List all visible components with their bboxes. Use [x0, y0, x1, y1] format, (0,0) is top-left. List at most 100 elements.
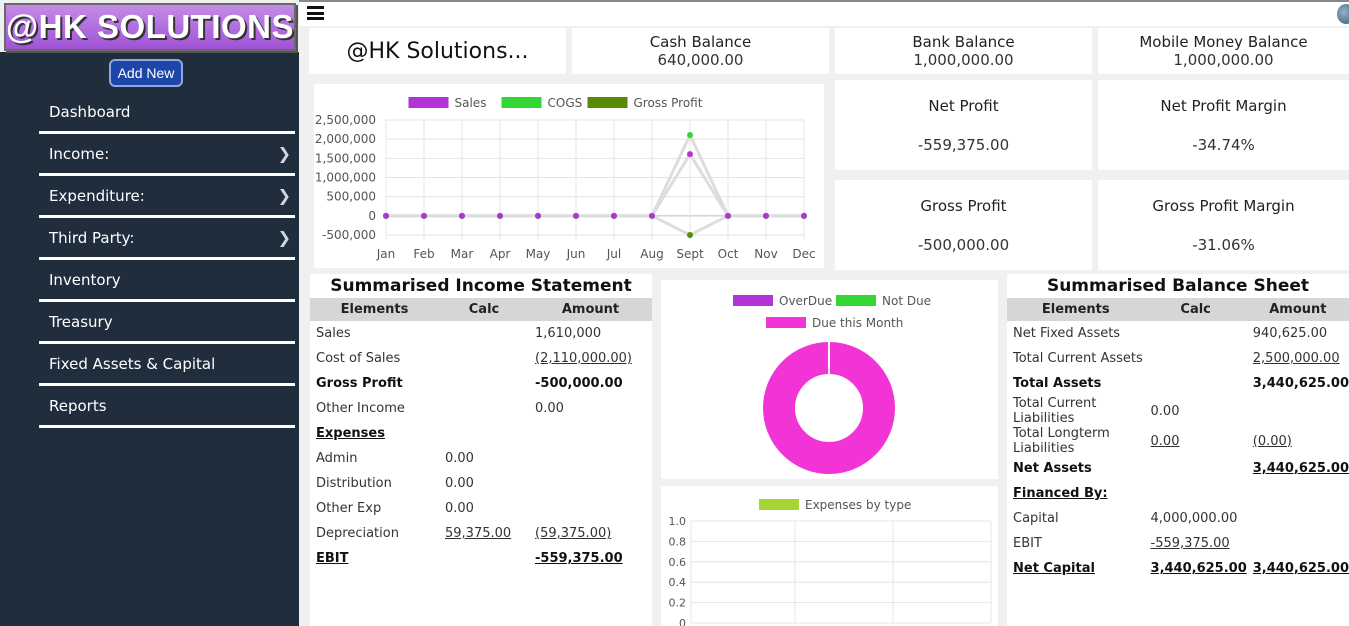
- cell-amount: 940,625.00: [1252, 326, 1328, 341]
- cell-label: Total Longterm Liabilities: [1013, 426, 1110, 456]
- cell-calc: [439, 371, 529, 396]
- net-margin-card: Net Profit Margin -34.74%: [1098, 80, 1349, 170]
- cell-calc: 59,375.00: [445, 526, 512, 541]
- legend-swatch: [587, 97, 628, 108]
- table-row: Net Capital 3,440,625.00 3,440,625.00: [1007, 556, 1349, 581]
- table-row: Other Income 0.00: [310, 396, 652, 421]
- logo[interactable]: @HK SOLUTIONS: [4, 3, 296, 51]
- bank-balance-title: Bank Balance: [912, 33, 1015, 51]
- series-line: [386, 151, 804, 218]
- cell-amount: [529, 421, 652, 446]
- legend-swatch: [408, 97, 449, 108]
- sidebar-item-label: Income:: [49, 144, 110, 163]
- cell-calc: [439, 321, 529, 346]
- cell-amount: (59,375.00): [535, 526, 612, 541]
- cell-amount: [529, 446, 652, 471]
- x-tick-label: Sept: [676, 247, 704, 261]
- table-row: Distribution 0.00: [310, 471, 652, 496]
- y-tick-label: 0.2: [669, 597, 687, 610]
- sidebar-item-third-party[interactable]: Third Party: ❯: [39, 218, 295, 260]
- x-tick-label: Feb: [413, 247, 434, 261]
- cell-label: Depreciation: [316, 526, 399, 541]
- x-tick-label: Oct: [718, 247, 739, 261]
- cell-calc: [1145, 346, 1247, 371]
- sidebar-item-label: Reports: [49, 396, 107, 415]
- expenses-by-type-chart: Expenses by type 1.0 0.8 0.6 0.4 0.2 0: [669, 498, 992, 626]
- cell-label: Sales: [316, 326, 351, 341]
- cell-calc: 0.00: [445, 476, 474, 491]
- data-point: [687, 131, 693, 138]
- chevron-right-icon: ❯: [277, 144, 291, 163]
- y-tick-label: 1,000,000: [315, 171, 376, 185]
- cell-label: Admin: [316, 451, 358, 466]
- x-tick-label: Aug: [640, 247, 663, 261]
- cell-label: Distribution: [316, 476, 392, 491]
- sidebar: @HK SOLUTIONS Add New Dashboard Income: ❯ E…: [0, 0, 299, 626]
- cell-label: EBIT: [316, 551, 349, 566]
- sidebar-item-dashboard[interactable]: Dashboard: [39, 92, 295, 134]
- gross-margin-card: Gross Profit Margin -31.06%: [1098, 180, 1349, 270]
- chevron-right-icon: ❯: [277, 186, 291, 205]
- sidebar-item-fixed-assets-capital[interactable]: Fixed Assets & Capital: [39, 344, 295, 386]
- legend-swatch: [766, 317, 806, 328]
- sidebar-item-label: Treasury: [49, 312, 113, 331]
- cell-amount: (0.00): [1252, 433, 1292, 449]
- cell-label: Total Current Liabilities: [1013, 396, 1097, 426]
- x-tick-label: Jun: [566, 247, 586, 261]
- data-point: [421, 212, 427, 219]
- table-row: Financed By:: [1007, 481, 1349, 506]
- legend-label: Expenses by type: [805, 498, 911, 512]
- cell-calc: [439, 421, 529, 446]
- net-profit-value: -559,375.00: [917, 136, 1010, 154]
- cell-calc: 0.00: [1150, 403, 1180, 419]
- add-new-button[interactable]: Add New: [109, 59, 183, 87]
- expenses-chart-card: Expenses by type 1.0 0.8 0.6 0.4 0.2 0: [661, 486, 998, 626]
- sidebar-item-label: Expenditure:: [49, 186, 145, 205]
- legend-label: Gross Profit: [634, 96, 703, 110]
- legend-label: COGS: [548, 96, 583, 110]
- net-profit-title: Net Profit: [928, 97, 999, 115]
- table-row: EBIT -559,375.00: [1007, 531, 1349, 556]
- cell-amount: 3,440,625.00: [1252, 561, 1349, 576]
- y-tick-label: 500,000: [326, 190, 376, 204]
- col-header: Calc: [1144, 298, 1247, 321]
- cash-balance-value: 640,000.00: [657, 51, 744, 69]
- col-header: Amount: [529, 298, 652, 321]
- menu-icon[interactable]: [307, 6, 324, 20]
- sales-cogs-line-chart: Sales COGS Gross Profit 2,500,000 2,000,000 1…: [315, 96, 816, 261]
- table-row: Other Exp 0.00: [310, 496, 652, 521]
- sidebar-item-label: Inventory: [49, 270, 121, 289]
- cell-label: Net Assets: [1013, 461, 1092, 476]
- balance-sheet-table: Elements Calc Amount Net Fixed Assets 940…: [1007, 298, 1349, 581]
- table-row: Gross Profit -500,000.00: [310, 371, 652, 396]
- table-row: EBIT -559,375.00: [310, 546, 652, 571]
- sidebar-item-inventory[interactable]: Inventory: [39, 260, 295, 302]
- col-header: Elements: [310, 298, 439, 321]
- cell-calc: [439, 346, 529, 371]
- col-header: Amount: [1246, 298, 1349, 321]
- net-margin-value: -34.74%: [1192, 136, 1255, 154]
- x-tick-label: Mar: [451, 247, 474, 261]
- legend-swatch: [733, 295, 773, 306]
- cell-label: EBIT: [1013, 536, 1042, 551]
- table-row: Total Assets 3,440,625.00: [1007, 371, 1349, 396]
- series-line: [386, 214, 804, 237]
- legend-label: OverDue: [779, 294, 832, 308]
- bank-balance-value: 1,000,000.00: [913, 51, 1014, 69]
- cell-calc: 4,000,000.00: [1150, 511, 1238, 526]
- avatar[interactable]: [1337, 4, 1349, 24]
- sidebar-item-reports[interactable]: Reports: [39, 386, 295, 428]
- cell-amount: [1247, 506, 1349, 531]
- cell-amount: [1247, 396, 1349, 426]
- col-header: Elements: [1007, 298, 1145, 321]
- chevron-right-icon: ❯: [277, 228, 291, 247]
- y-tick-label: 2,000,000: [315, 132, 376, 146]
- cell-label: Net Capital: [1013, 561, 1095, 576]
- x-tick-label: May: [526, 247, 551, 261]
- legend-swatch: [501, 97, 542, 108]
- sidebar-item-expenditure[interactable]: Expenditure: ❯: [39, 176, 295, 218]
- sidebar-item-income[interactable]: Income: ❯: [39, 134, 295, 176]
- y-tick-label: 0: [368, 209, 376, 223]
- sidebar-item-treasury[interactable]: Treasury: [39, 302, 295, 344]
- company-name: @HK Solutions...: [346, 38, 529, 64]
